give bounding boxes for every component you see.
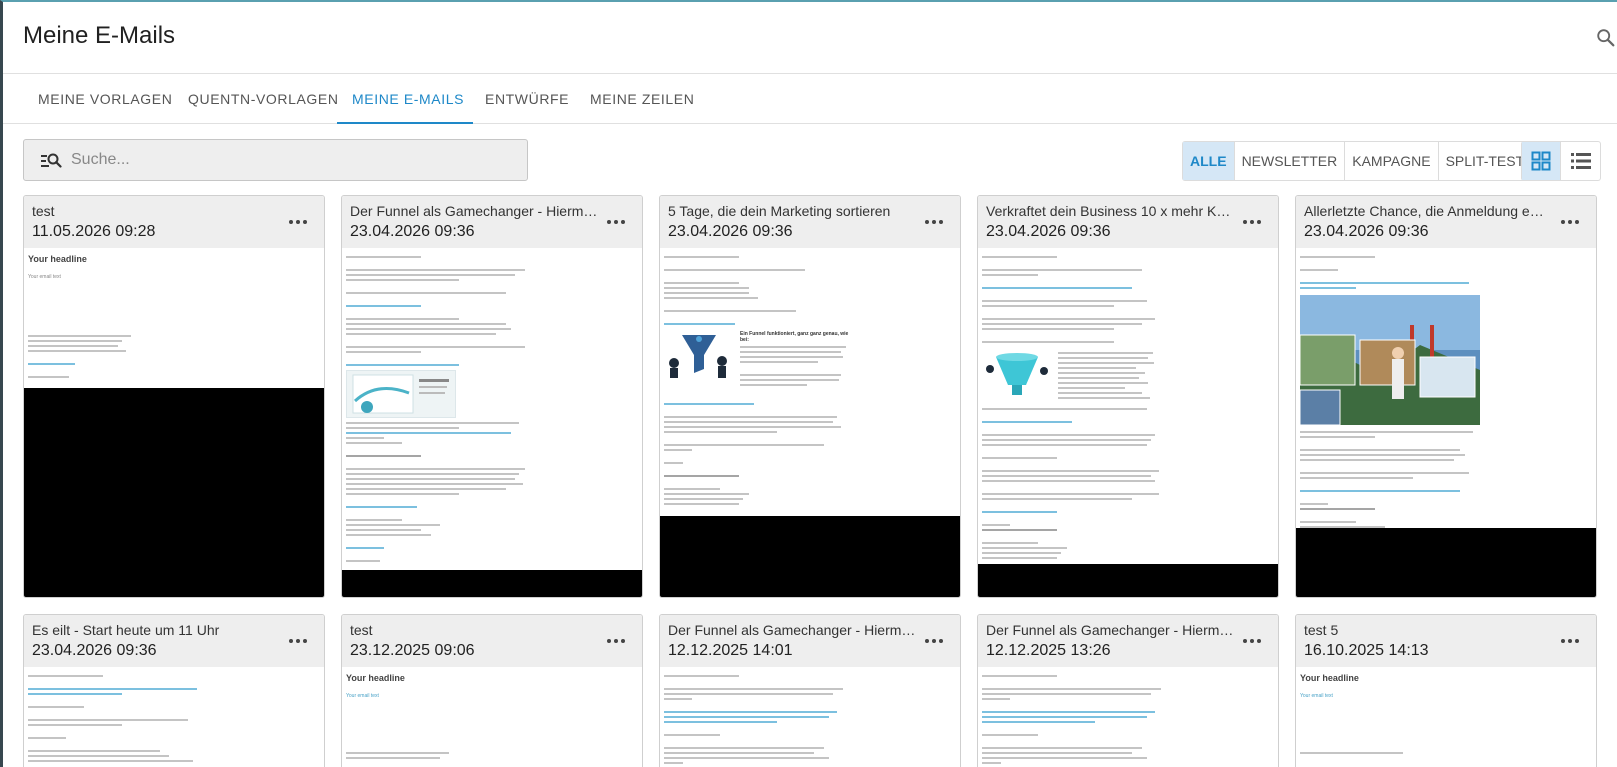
card-date: 16.10.2025 14:13 [1304, 642, 1429, 659]
email-preview: Your headline Your email text [1296, 667, 1596, 767]
card-date: 12.12.2025 13:26 [986, 642, 1111, 659]
filter-split-test-button[interactable]: SPLIT-TEST [1439, 142, 1532, 180]
filter-alle-button[interactable]: ALLE [1183, 142, 1235, 180]
more-options-icon[interactable] [922, 629, 946, 653]
search-field [23, 139, 528, 181]
card-date: 23.04.2026 09:36 [350, 223, 475, 240]
card-header: test 5 16.10.2025 14:13 [1296, 615, 1596, 667]
search-icon[interactable] [1595, 26, 1617, 50]
filter-kampagne-button[interactable]: KAMPAGNE [1345, 142, 1439, 180]
card-header: Der Funnel als Gamechanger - Hierm… 23.0… [342, 196, 642, 248]
card-header: test 23.12.2025 09:06 [342, 615, 642, 667]
email-card[interactable]: test 23.12.2025 09:06 Your headline Your… [341, 614, 643, 767]
more-options-icon[interactable] [286, 210, 310, 234]
preview-headline: Your headline [1300, 673, 1359, 683]
email-card[interactable]: Der Funnel als Gamechanger - Hierm… 12.1… [977, 614, 1279, 767]
email-preview: Your headline Your email text [342, 667, 642, 767]
card-title: Der Funnel als Gamechanger - Hierm… [350, 203, 598, 219]
email-card[interactable]: Allerletzte Chance, die Anmeldung e… 23.… [1295, 195, 1597, 598]
card-title: Der Funnel als Gamechanger - Hierm… [986, 622, 1234, 638]
funnel-illustration-icon [669, 335, 727, 378]
email-preview [24, 667, 324, 767]
card-date: 12.12.2025 14:01 [668, 642, 793, 659]
filter-search-icon [41, 153, 62, 168]
preview-black-area [978, 564, 1278, 597]
email-card[interactable]: Verkraftet dein Business 10 x mehr K… 23… [977, 195, 1279, 598]
email-preview: Ein Funnel funktioniert, ganz ganz genau… [660, 248, 960, 518]
more-options-icon[interactable] [604, 629, 628, 653]
preview-black-area [1296, 528, 1596, 597]
more-options-icon[interactable] [1558, 210, 1582, 234]
grid-view-icon [1531, 151, 1551, 171]
tab-quentn-vorlagen[interactable]: QUENTN-VORLAGEN [188, 74, 339, 124]
more-options-icon[interactable] [1558, 629, 1582, 653]
card-date: 23.04.2026 09:36 [1304, 223, 1429, 240]
card-header: Der Funnel als Gamechanger - Hierm… 12.1… [660, 615, 960, 667]
card-header: Verkraftet dein Business 10 x mehr K… 23… [978, 196, 1278, 248]
card-title: Allerletzte Chance, die Anmeldung e… [1304, 203, 1544, 219]
preview-black-area [342, 570, 642, 597]
email-card[interactable]: Es eilt - Start heute um 11 Uhr 23.04.20… [23, 614, 325, 767]
tab-bar: MEINE VORLAGEN QUENTN-VORLAGEN MEINE E-M… [3, 74, 1617, 124]
card-header: Der Funnel als Gamechanger - Hierm… 12.1… [978, 615, 1278, 667]
tab-meine-emails[interactable]: MEINE E-MAILS [337, 74, 473, 124]
card-title: Der Funnel als Gamechanger - Hierm… [668, 622, 916, 638]
email-preview [342, 248, 642, 570]
more-options-icon[interactable] [1240, 210, 1264, 234]
tab-meine-zeilen[interactable]: MEINE ZEILEN [590, 74, 694, 124]
funnel-illustration-icon [986, 353, 1048, 395]
more-options-icon[interactable] [922, 210, 946, 234]
email-card[interactable]: Der Funnel als Gamechanger - Hierm… 23.0… [341, 195, 643, 598]
tab-entwuerfe[interactable]: ENTWÜRFE [485, 74, 569, 124]
preview-black-area [660, 516, 960, 597]
card-date: 23.12.2025 09:06 [350, 642, 475, 659]
card-header: 5 Tage, die dein Marketing sortieren 23.… [660, 196, 960, 248]
preview-headline: Your headline [28, 254, 87, 264]
card-title: Es eilt - Start heute um 11 Uhr [32, 622, 220, 638]
tab-meine-vorlagen[interactable]: MEINE VORLAGEN [38, 74, 172, 124]
email-card[interactable]: Der Funnel als Gamechanger - Hierm… 12.1… [659, 614, 961, 767]
view-toggle [1521, 141, 1601, 181]
more-options-icon[interactable] [604, 210, 628, 234]
card-header: test 11.05.2026 09:28 [24, 196, 324, 248]
card-header: Es eilt - Start heute um 11 Uhr 23.04.20… [24, 615, 324, 667]
preview-headline: Your headline [346, 673, 405, 683]
email-preview [660, 667, 960, 767]
preview-photo-collage [1299, 295, 1480, 426]
card-date: 23.04.2026 09:36 [668, 223, 793, 240]
more-options-icon[interactable] [1240, 629, 1264, 653]
card-title: 5 Tage, die dein Marketing sortieren [668, 203, 891, 219]
list-view-icon [1570, 153, 1591, 169]
email-card[interactable]: test 11.05.2026 09:28 Your headline Your… [23, 195, 325, 598]
app-window: Meine E-Mails MEINE VORLAGEN QUENTN-VORL… [0, 0, 1617, 767]
card-date: 23.04.2026 09:36 [986, 223, 1111, 240]
list-view-button[interactable] [1561, 142, 1600, 180]
preview-black-area [24, 388, 324, 597]
email-preview [978, 667, 1278, 767]
card-header: Allerletzte Chance, die Anmeldung e… 23.… [1296, 196, 1596, 248]
grid-view-button[interactable] [1522, 142, 1562, 180]
email-preview: Your headline Your email text [24, 248, 324, 388]
email-preview [1296, 248, 1596, 551]
card-date: 23.04.2026 09:36 [32, 642, 157, 659]
filter-newsletter-button[interactable]: NEWSLETTER [1235, 142, 1346, 180]
card-date: 11.05.2026 09:28 [32, 223, 156, 240]
email-card[interactable]: test 5 16.10.2025 14:13 Your headline Yo… [1295, 614, 1597, 767]
card-title: test 5 [1304, 622, 1339, 638]
preview-image [346, 370, 456, 418]
card-title: test [350, 622, 373, 638]
email-card[interactable]: 5 Tage, die dein Marketing sortieren 23.… [659, 195, 961, 598]
email-preview [978, 248, 1278, 572]
card-title: test [32, 203, 55, 219]
page-header: Meine E-Mails [3, 2, 1617, 74]
search-input[interactable] [71, 140, 511, 180]
page-title: Meine E-Mails [23, 22, 176, 49]
card-title: Verkraftet dein Business 10 x mehr K… [986, 203, 1231, 219]
more-options-icon[interactable] [286, 629, 310, 653]
type-filter: ALLE NEWSLETTER KAMPAGNE SPLIT-TEST [1182, 141, 1533, 181]
preview-box-title: Ein Funnel funktioniert, ganz ganz genau… [740, 331, 849, 343]
